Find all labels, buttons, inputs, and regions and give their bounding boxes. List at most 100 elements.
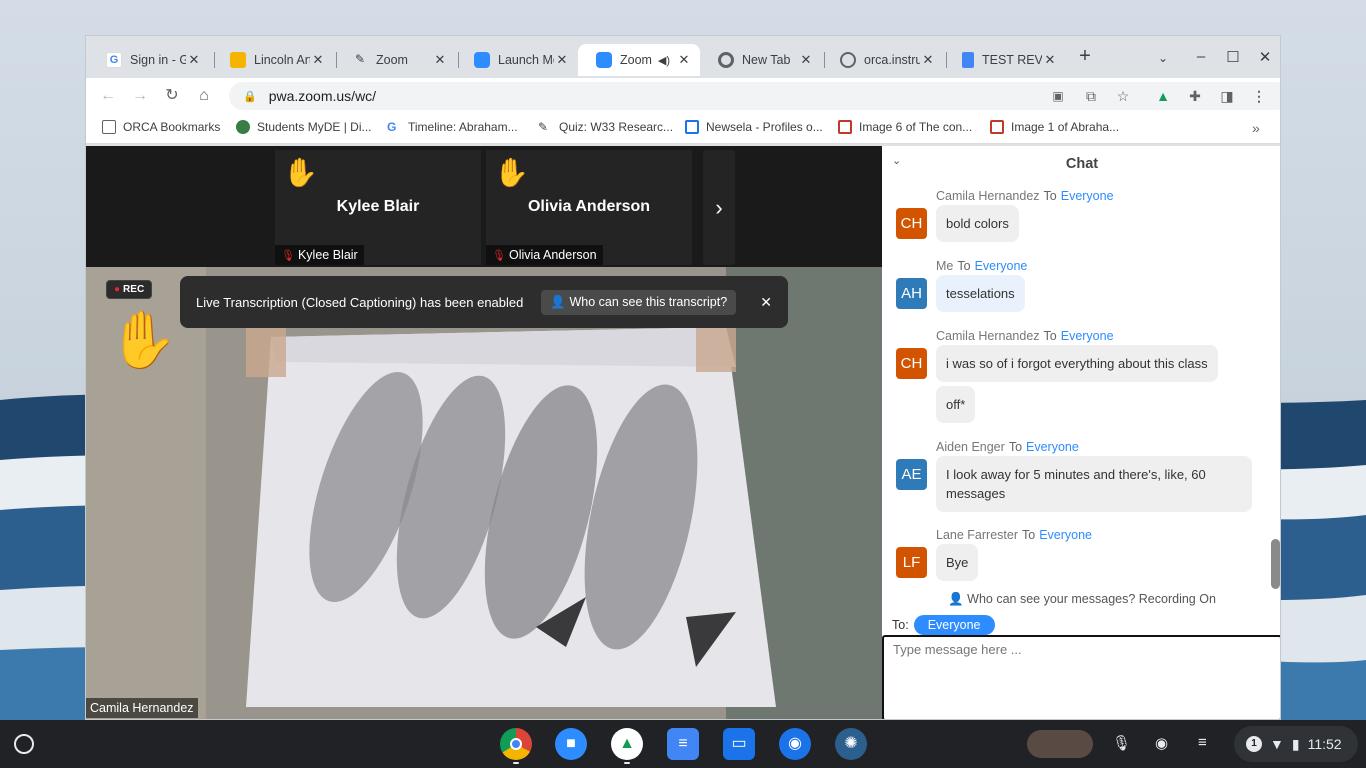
- message-bubble: Bye: [936, 544, 979, 581]
- home-icon[interactable]: ⌂: [194, 86, 214, 106]
- tab-2[interactable]: ✎ Zoom ✕: [334, 44, 456, 76]
- tab-4[interactable]: Zoom ◀) ✕: [578, 44, 700, 76]
- raised-hand-icon: ✋: [108, 308, 178, 371]
- who-can-see-messages[interactable]: 👤 Who can see your messages? Recording O…: [882, 592, 1280, 607]
- message-bubble: tesselations: [936, 275, 1025, 312]
- microphone-icon[interactable]: 🎙: [1112, 734, 1131, 752]
- person-icon: 👤: [948, 592, 964, 606]
- settings-app-icon[interactable]: ✺: [835, 728, 867, 760]
- tab-7[interactable]: TEST REVI ✕: [944, 44, 1066, 76]
- files-app-icon[interactable]: ▭: [723, 728, 755, 760]
- google-icon: G: [387, 120, 397, 134]
- participant-tile[interactable]: ✋ Olivia Anderson 🎙 Olivia Anderson: [486, 150, 692, 265]
- raised-hand-icon: ✋: [494, 157, 529, 188]
- open-in-app-icon[interactable]: ⧉: [1081, 86, 1101, 106]
- menu-icon[interactable]: ⋮: [1249, 86, 1269, 106]
- speaker-icon[interactable]: ◀): [658, 54, 670, 67]
- back-icon[interactable]: ←: [98, 86, 118, 106]
- recipient-link[interactable]: Everyone: [1061, 189, 1114, 203]
- tab-6[interactable]: orca.instru ✕: [822, 44, 944, 76]
- recipient-link[interactable]: Everyone: [1061, 329, 1114, 343]
- message-bubble: i was so of i forgot everything about th…: [936, 345, 1218, 382]
- recipient-row: To: Everyone: [892, 615, 995, 635]
- close-icon[interactable]: ✕: [760, 294, 772, 311]
- close-icon[interactable]: ✕: [1042, 52, 1058, 68]
- notification-badge: 1: [1246, 736, 1262, 752]
- tab-0[interactable]: G Sign in - Go ✕: [88, 44, 210, 76]
- custom-icon: ✎: [538, 120, 549, 134]
- bookmark-item[interactable]: Image 1 of Abraha...: [990, 120, 1119, 134]
- close-window-icon[interactable]: ✕: [1255, 48, 1275, 66]
- bookmark-label: ORCA Bookmarks: [123, 120, 221, 134]
- tab-1[interactable]: Lincoln Art ✕: [212, 44, 334, 76]
- close-icon[interactable]: ✕: [554, 52, 570, 68]
- next-page-arrow-icon[interactable]: ›: [703, 150, 735, 265]
- bookmark-star-icon[interactable]: ☆: [1113, 86, 1133, 106]
- tab-3[interactable]: Launch Me ✕: [456, 44, 578, 76]
- close-icon[interactable]: ✕: [676, 52, 692, 68]
- close-icon[interactable]: ✕: [920, 52, 936, 68]
- browser-window: G Sign in - Go ✕ Lincoln Art ✕ ✎ Zoom ✕ …: [85, 35, 1281, 720]
- message-header: Lane Farrester To Everyone: [936, 528, 1092, 542]
- clock: 11:52: [1307, 736, 1342, 752]
- google-drive-app-icon[interactable]: ▲: [611, 728, 643, 760]
- bookmark-item[interactable]: Image 6 of The con...: [838, 120, 972, 134]
- forward-icon[interactable]: →: [130, 86, 150, 106]
- camera-blocked-icon[interactable]: ▣: [1048, 86, 1068, 106]
- bookmark-label: Image 1 of Abraha...: [1011, 120, 1120, 134]
- tab-title: New Tab: [742, 53, 791, 67]
- lock-icon: 🔒: [243, 90, 257, 103]
- minimize-icon[interactable]: –: [1191, 48, 1211, 65]
- recipient-link[interactable]: Everyone: [1039, 528, 1092, 542]
- bookmark-item[interactable]: ✎ Quiz: W33 Researc...: [538, 120, 673, 134]
- muted-mic-icon: 🎙: [492, 250, 506, 262]
- chat-message-input[interactable]: [882, 635, 1280, 719]
- recipient-select[interactable]: Everyone: [913, 615, 995, 635]
- camera-app-icon[interactable]: ◉: [779, 728, 811, 760]
- google-icon: G: [106, 52, 122, 68]
- to-word: To: [1008, 440, 1023, 454]
- participant-tile[interactable]: ✋ Kylee Blair 🎙 Kylee Blair: [275, 150, 481, 265]
- dictation-icon[interactable]: ◉: [1155, 734, 1168, 752]
- launcher-icon[interactable]: [14, 734, 34, 754]
- close-icon[interactable]: ✕: [310, 52, 326, 68]
- bookmark-label: Timeline: Abraham...: [408, 120, 518, 134]
- close-icon[interactable]: ✕: [432, 52, 448, 68]
- recipient-link[interactable]: Everyone: [1026, 440, 1079, 454]
- maximize-icon[interactable]: ☐: [1223, 48, 1243, 66]
- extensions-icon[interactable]: ✚: [1185, 86, 1205, 106]
- bookmark-item[interactable]: Students MyDE | Di...: [236, 120, 372, 134]
- reload-icon[interactable]: ↻: [162, 86, 182, 106]
- person-icon: 👤: [550, 294, 566, 309]
- tab-5[interactable]: New Tab ✕: [700, 44, 822, 76]
- globe-icon: [236, 120, 250, 134]
- close-icon[interactable]: ✕: [798, 52, 814, 68]
- chat-header: ⌄ Chat: [882, 146, 1280, 182]
- close-icon[interactable]: ✕: [186, 52, 202, 68]
- video-frame: [86, 267, 882, 719]
- status-tray[interactable]: 1 ▼ ▮ 11:52: [1234, 726, 1358, 762]
- bookmark-item[interactable]: Newsela - Profiles o...: [685, 120, 823, 134]
- tab-search-icon[interactable]: ⌄: [1153, 51, 1173, 65]
- who-can-see-transcript-button[interactable]: 👤 Who can see this transcript?: [541, 289, 737, 315]
- recipient-link[interactable]: Everyone: [975, 259, 1028, 273]
- side-panel-icon[interactable]: ◨: [1217, 86, 1237, 106]
- zoom-icon: [596, 52, 612, 68]
- holding-space-icon[interactable]: [1027, 730, 1093, 758]
- zoom-app-icon[interactable]: ■: [555, 728, 587, 760]
- banner-text: Live Transcription (Closed Captioning) h…: [196, 294, 524, 310]
- wifi-icon: ▼: [1270, 736, 1284, 752]
- avatar: AH: [896, 278, 927, 309]
- bookmark-item[interactable]: G Timeline: Abraham...: [387, 120, 518, 134]
- bookmark-item[interactable]: ORCA Bookmarks: [102, 120, 220, 134]
- google-drive-icon[interactable]: ▲: [1153, 86, 1173, 106]
- new-tab-icon[interactable]: +: [1075, 45, 1095, 68]
- running-indicator: [513, 762, 519, 764]
- participant-gallery: ✋ Kylee Blair 🎙 Kylee Blair ✋ Olivia Ande…: [86, 146, 882, 267]
- media-controls-icon[interactable]: ≡: [1198, 734, 1207, 751]
- message-bubble: off*: [936, 386, 976, 423]
- chrome-app-icon[interactable]: [500, 728, 532, 760]
- chat-scrollbar[interactable]: [1271, 539, 1280, 589]
- google-docs-app-icon[interactable]: ≡: [667, 728, 699, 760]
- more-bookmarks-icon[interactable]: »: [1252, 120, 1260, 136]
